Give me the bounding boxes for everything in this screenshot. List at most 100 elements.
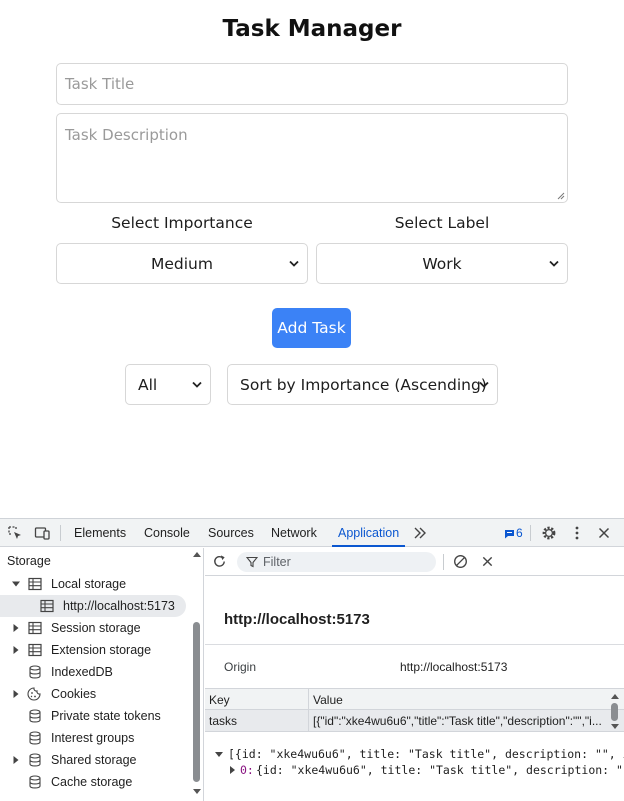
collapsed-triangle-icon[interactable] [12,690,20,698]
importance-select[interactable]: Medium [56,243,308,284]
settings-gear-icon[interactable] [541,525,557,541]
table-header: Key Value [205,688,624,710]
collapsed-triangle-icon[interactable] [229,766,236,774]
sidebar-item-label: Local storage [51,577,127,591]
sort-value: Sort by Importance (Ascending) [240,375,487,394]
sidebar-item-localhost-origin[interactable]: http://localhost:5173 [0,595,186,617]
scroll-down-arrow-icon[interactable] [611,724,619,730]
database-icon [29,709,41,723]
sidebar-item-label: Cookies [51,687,97,701]
sidebar-item-session-storage[interactable]: Session storage [0,617,186,639]
sidebar-item-label: Shared storage [51,753,137,767]
table-icon [28,621,42,635]
origin-value: http://localhost:5173 [400,660,508,674]
expanded-triangle-icon[interactable] [215,751,223,758]
column-header-key[interactable]: Key [209,689,230,711]
clear-all-icon[interactable] [453,554,468,569]
divider [205,644,624,645]
sort-select[interactable]: Sort by Importance (Ascending) [227,364,498,405]
column-divider[interactable] [308,688,309,732]
scroll-up-arrow-icon[interactable] [193,551,201,557]
storage-key-value-table: Key Value tasks [{"id":"xke4wu6u6","titl… [205,688,624,734]
device-toggle-icon[interactable] [34,525,50,541]
tab-console[interactable]: Console [144,519,190,547]
devtools-panel: Elements Console Sources Network Applica… [0,518,624,801]
sidebar-item-indexeddb[interactable]: IndexedDB [0,661,186,683]
table-scrollbar[interactable] [611,703,618,721]
expanded-triangle-icon[interactable] [12,580,20,588]
toolbar-divider [530,525,531,541]
task-title-placeholder: Task Title [65,75,135,93]
table-row[interactable]: tasks [{"id":"xke4wu6u6","title":"Task t… [205,710,624,732]
database-icon [29,665,41,679]
filter-select[interactable]: All [125,364,211,405]
collapsed-triangle-icon[interactable] [12,756,20,764]
json-item-index: 0: [240,763,254,777]
collapsed-triangle-icon[interactable] [12,646,20,654]
issues-icon [505,530,514,539]
chevron-down-icon [192,381,202,388]
sidebar-item-label: Session storage [51,621,141,635]
chevron-down-icon [289,260,299,267]
sidebar-item-label: Private state tokens [51,709,161,723]
sidebar-item-label: http://localhost:5173 [63,599,175,613]
importance-value: Medium [151,254,213,273]
database-icon [29,775,41,789]
sidebar-item-cache-storage[interactable]: Cache storage [0,771,186,793]
sidebar-item-label: Extension storage [51,643,152,657]
table-icon [40,599,54,613]
column-header-value[interactable]: Value [313,689,343,711]
more-tabs-chevron-icon[interactable] [412,525,428,541]
label-select[interactable]: Work [316,243,568,284]
tab-application[interactable]: Application [331,519,406,547]
toolbar-divider [60,525,61,541]
storage-toolbar: Filter [205,548,624,576]
sidebar-item-private-state-tokens[interactable]: Private state tokens [0,705,186,727]
json-item-text: {id: "xke4wu6u6", title: "Task title", d… [256,763,624,777]
collapsed-triangle-icon[interactable] [12,624,20,632]
filter-funnel-icon [246,556,258,568]
task-description-textarea[interactable]: Task Description [56,113,568,203]
database-icon [29,731,41,745]
sidebar-item-interest-groups[interactable]: Interest groups [0,727,186,749]
refresh-icon[interactable] [212,554,227,569]
sidebar-item-extension-storage[interactable]: Extension storage [0,639,186,661]
filter-input[interactable]: Filter [237,552,436,572]
tab-sources[interactable]: Sources [208,519,254,547]
sidebar-item-label: Interest groups [51,731,135,745]
tab-elements[interactable]: Elements [74,519,126,547]
task-title-input[interactable]: Task Title [56,63,568,105]
page-title: Task Manager [222,16,402,42]
toolbar-divider [443,554,444,570]
close-devtools-icon[interactable] [596,525,612,541]
more-options-icon[interactable] [569,525,585,541]
devtools-tab-bar: Elements Console Sources Network Applica… [0,519,624,547]
sidebar-item-shared-storage[interactable]: Shared storage [0,749,186,771]
table-icon [28,577,42,591]
tab-network[interactable]: Network [271,519,317,547]
row-value: [{"id":"xke4wu6u6","title":"Task title",… [313,714,602,728]
table-icon [28,643,42,657]
resize-grip-icon[interactable] [557,192,565,200]
chevron-down-icon [479,381,489,388]
chevron-down-icon [549,260,559,267]
scroll-up-arrow-icon[interactable] [611,693,619,699]
cookie-icon [27,687,41,701]
sidebar-item-cookies[interactable]: Cookies [0,683,186,705]
origin-heading: http://localhost:5173 [224,611,370,628]
delete-selected-icon[interactable] [481,555,494,568]
json-root-text: [{id: "xke4wu6u6", title: "Task title", … [228,747,624,761]
sidebar-item-label: IndexedDB [51,665,113,679]
filter-value: All [138,375,158,394]
inspect-element-icon[interactable] [7,525,23,541]
storage-section-header: Storage [7,554,51,568]
scroll-down-arrow-icon[interactable] [193,789,201,795]
origin-label: Origin [224,660,257,674]
sidebar-scrollbar[interactable] [193,622,200,782]
storage-main-pane: Filter http://localhost:5173 Origin http… [205,548,624,801]
add-task-button[interactable]: Add Task [272,308,351,348]
label-value: Work [422,254,462,273]
application-sidebar: Storage Local storage http://localhost:5… [0,548,204,801]
sidebar-item-local-storage[interactable]: Local storage [0,573,186,595]
issues-count: 6 [516,526,523,540]
